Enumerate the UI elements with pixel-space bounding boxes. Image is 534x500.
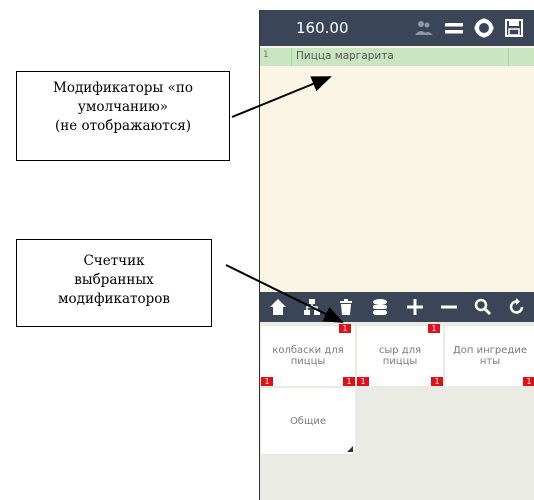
- arrow-to-order-row: [231, 76, 332, 118]
- arrow-to-counter-badge: [225, 264, 344, 323]
- annotation-arrows: [225, 76, 344, 323]
